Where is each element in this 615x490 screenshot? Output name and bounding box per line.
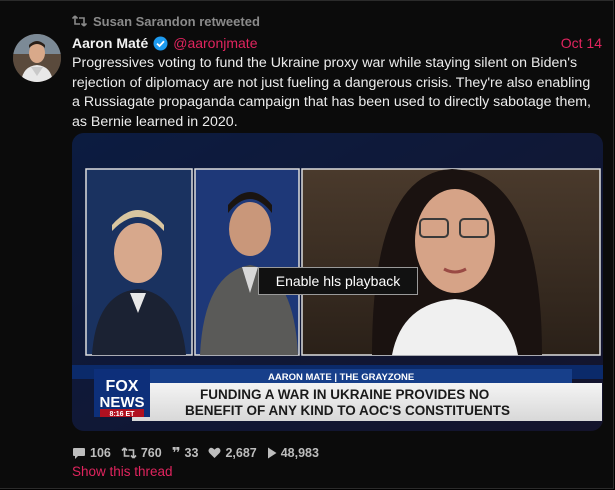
avatar-image <box>13 34 61 82</box>
enable-hls-button[interactable]: Enable hls playback <box>258 267 418 295</box>
avatar[interactable] <box>13 34 61 82</box>
quote-icon: ❞ <box>171 444 181 462</box>
clock-label: 8:16 ET <box>110 411 136 418</box>
tweet-stats: 106 760 ❞ 33 2,687 48,983 <box>72 445 319 461</box>
quote-stat[interactable]: ❞ 33 <box>171 444 199 462</box>
tweet-text: Progressives voting to fund the Ukraine … <box>72 55 591 130</box>
retweet-icon <box>72 15 87 27</box>
retweet-count: 760 <box>140 446 162 460</box>
retweet-icon <box>121 447 137 459</box>
heart-icon <box>208 447 221 458</box>
video-player[interactable]: FOX NEWS 8:16 ET AARON MATE | THE GRAYZO… <box>72 133 603 431</box>
retweet-stat[interactable]: 760 <box>121 446 162 460</box>
network-logo-line2: NEWS <box>100 394 145 411</box>
author-handle[interactable]: @aaronjmate <box>173 35 257 51</box>
network-logo-line1: FOX <box>106 378 139 395</box>
retweet-indicator: Susan Sarandon retweeted <box>72 12 260 30</box>
reply-icon <box>73 447 85 459</box>
show-thread-link[interactable]: Show this thread <box>72 464 173 479</box>
reply-stat[interactable]: 106 <box>72 446 111 460</box>
views-stat[interactable]: 48,983 <box>267 446 319 460</box>
tweet-header: Aaron Maté @aaronjmate Oct 14 <box>72 34 602 52</box>
tweet-card[interactable]: Susan Sarandon retweeted Aaron Maté @aar… <box>0 0 614 489</box>
verified-badge-icon <box>153 36 168 51</box>
like-stat[interactable]: 2,687 <box>208 446 257 460</box>
reply-count: 106 <box>90 446 111 460</box>
author-name[interactable]: Aaron Maté <box>72 35 148 51</box>
tweet-date[interactable]: Oct 14 <box>561 35 602 51</box>
like-count: 2,687 <box>225 446 257 460</box>
views-count: 48,983 <box>280 446 319 460</box>
retweet-label: Susan Sarandon retweeted <box>93 13 260 29</box>
headline-line2: BENEFIT OF ANY KIND TO AOC'S CONSTITUENT… <box>185 403 510 418</box>
quote-count: 33 <box>184 446 199 460</box>
headline-line1: FUNDING A WAR IN UKRAINE PROVIDES NO <box>200 387 489 402</box>
play-icon <box>267 447 277 459</box>
lower-third-tag: AARON MATE | THE GRAYZONE <box>268 372 414 383</box>
